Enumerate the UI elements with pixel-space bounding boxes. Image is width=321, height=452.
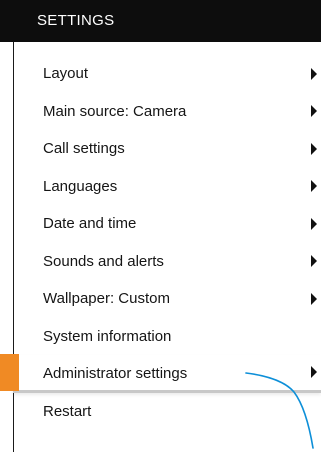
menu-item-wallpaper[interactable]: Wallpaper: Custom bbox=[13, 280, 321, 318]
chevron-right-icon bbox=[311, 105, 317, 118]
menu-item-label: Main source: Camera bbox=[43, 102, 187, 120]
menu-item-main-source[interactable]: Main source: Camera bbox=[13, 93, 321, 131]
chevron-right-icon bbox=[311, 292, 317, 305]
menu-item-label: Call settings bbox=[43, 140, 125, 157]
menu-item-languages[interactable]: Languages bbox=[13, 168, 321, 206]
settings-menu: Layout Main source: Camera Call settings… bbox=[0, 55, 321, 431]
menu-item-sounds-and-alerts[interactable]: Sounds and alerts bbox=[13, 243, 321, 281]
chevron-right-icon bbox=[311, 217, 317, 230]
chevron-right-icon bbox=[311, 67, 317, 80]
menu-item-label: Languages bbox=[43, 177, 118, 195]
menu-item-label: System information bbox=[43, 327, 172, 345]
menu-item-label: Date and time bbox=[43, 215, 137, 232]
chevron-right-icon bbox=[311, 255, 317, 268]
chevron-right-icon bbox=[311, 142, 317, 155]
menu-item-restart[interactable]: Restart bbox=[13, 393, 321, 431]
chevron-right-icon bbox=[311, 366, 317, 379]
menu-item-layout[interactable]: Layout bbox=[13, 55, 321, 93]
menu-item-label: Restart bbox=[43, 402, 92, 420]
menu-item-label: Wallpaper: Custom bbox=[43, 290, 170, 307]
settings-title: SETTINGS bbox=[37, 12, 115, 29]
menu-item-label: Administrator settings bbox=[43, 365, 188, 382]
menu-item-administrator-settings[interactable]: Administrator settings bbox=[0, 354, 321, 393]
menu-item-label: Sounds and alerts bbox=[43, 252, 164, 270]
selection-accent bbox=[0, 354, 19, 391]
menu-item-date-and-time[interactable]: Date and time bbox=[13, 205, 321, 243]
menu-item-system-information[interactable]: System information bbox=[13, 318, 321, 356]
chevron-right-icon bbox=[311, 180, 317, 193]
menu-item-call-settings[interactable]: Call settings bbox=[13, 130, 321, 168]
settings-header: SETTINGS bbox=[0, 0, 321, 42]
menu-item-label: Layout bbox=[43, 65, 89, 82]
